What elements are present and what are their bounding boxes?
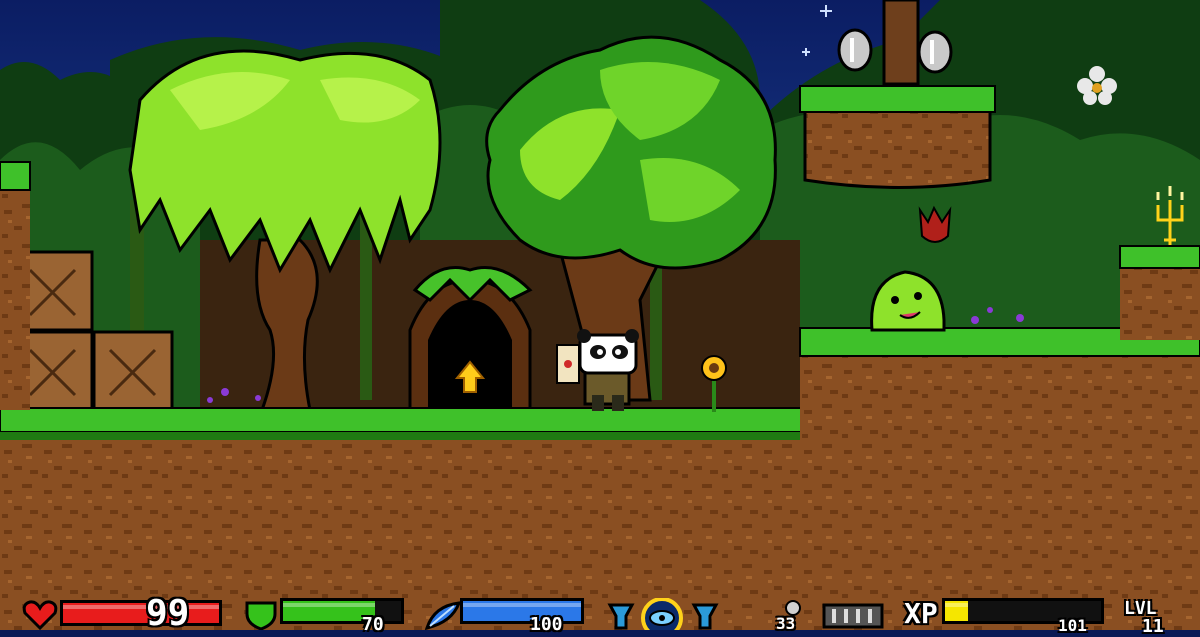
health-bar [60, 600, 222, 626]
floating-island [799, 85, 996, 189]
eye-icon[interactable] [638, 598, 686, 630]
potion-icon[interactable] [690, 602, 720, 630]
feather-icon [424, 601, 462, 630]
mana-bar [460, 598, 584, 624]
armor-value: 70 [362, 614, 384, 635]
mana-value: 100 [530, 614, 563, 635]
mana-bar-fill [463, 601, 581, 621]
coin-icon [917, 30, 953, 74]
level-value: 11 [1142, 616, 1164, 637]
armor-bar [280, 598, 404, 624]
health-value: 99 [146, 593, 190, 634]
tree-house-door [408, 266, 533, 412]
key-icon [822, 603, 884, 629]
shield-icon [245, 601, 277, 630]
heart-icon [22, 600, 58, 630]
xp-bar-fill [945, 601, 969, 621]
tree-trunk [882, 0, 920, 86]
xp-label: XP [904, 597, 938, 630]
potion-icon[interactable] [606, 602, 636, 630]
health-bar-fill [63, 603, 219, 623]
game-scene [0, 0, 1200, 630]
ledge-dirt [800, 340, 1200, 600]
ground-grass [0, 407, 831, 433]
xp-value: 101 [1058, 616, 1087, 635]
coin-icon [837, 28, 873, 72]
